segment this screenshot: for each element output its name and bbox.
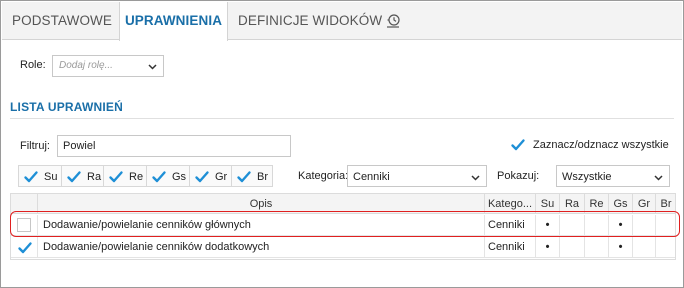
cell-opis: Dodawanie/powielanie cenników dodatkowyc… xyxy=(38,237,485,258)
select-all-label: Zaznacz/odznacz wszystkie xyxy=(533,139,669,151)
column-gs[interactable]: Gs xyxy=(609,194,633,214)
check-icon xyxy=(194,169,210,185)
check-icon xyxy=(23,169,39,185)
category-label: Kategoria: xyxy=(298,170,349,182)
perm-gs[interactable]: Gs xyxy=(146,165,190,187)
column-opis[interactable]: Opis xyxy=(38,194,485,214)
perm-label: Ra xyxy=(87,171,102,183)
row-select-cell xyxy=(11,215,38,236)
perm-label: Re xyxy=(129,171,144,183)
select-all-checkbox[interactable] xyxy=(510,137,526,153)
role-label: Role: xyxy=(20,59,46,71)
cell-re xyxy=(585,215,609,236)
chevron-down-icon xyxy=(654,173,663,182)
show-label: Pokazuj: xyxy=(497,170,540,182)
perm-su[interactable]: Su xyxy=(18,165,62,187)
cell-re xyxy=(585,237,609,258)
role-dropdown[interactable]: Dodaj rolę... xyxy=(52,55,164,77)
cell-gs: • xyxy=(609,237,633,258)
cell-ra xyxy=(560,237,585,258)
row-select-cell xyxy=(11,237,38,258)
role-placeholder: Dodaj rolę... xyxy=(59,60,113,71)
permissions-window: PODSTAWOWE UPRAWNIENIA DEFINICJE WIDOKÓW… xyxy=(0,0,684,288)
tab-view-definitions[interactable]: DEFINICJE WIDOKÓW xyxy=(238,2,382,40)
tab-basic[interactable]: PODSTAWOWE xyxy=(12,2,112,40)
show-dropdown[interactable]: Wszystkie xyxy=(556,165,670,187)
filter-label: Filtruj: xyxy=(20,140,50,152)
chevron-down-icon xyxy=(148,62,157,71)
check-icon xyxy=(66,169,82,185)
table-row[interactable]: Dodawanie/powielanie cenników głównych C… xyxy=(11,215,675,236)
divider xyxy=(10,118,674,119)
column-kategoria[interactable]: Katego... xyxy=(485,194,536,214)
cell-kategoria: Cenniki xyxy=(485,237,536,258)
column-select xyxy=(11,194,38,214)
column-ra[interactable]: Ra xyxy=(560,194,585,214)
table-header: Opis Katego... Su Ra Re Gs Gr Br xyxy=(11,194,675,214)
section-title: LISTA UPRAWNIEŃ xyxy=(10,100,123,114)
cell-opis: Dodawanie/powielanie cenników głównych xyxy=(38,215,485,236)
cell-su: • xyxy=(536,215,560,236)
perm-ra[interactable]: Ra xyxy=(61,165,104,187)
cell-su: • xyxy=(536,237,560,258)
row-checkbox[interactable] xyxy=(17,218,31,232)
column-re[interactable]: Re xyxy=(585,194,609,214)
cell-br xyxy=(656,237,676,258)
cell-kategoria: Cenniki xyxy=(485,215,536,236)
filter-input[interactable] xyxy=(58,136,290,156)
history-icon[interactable] xyxy=(385,13,401,29)
permissions-table: Opis Katego... Su Ra Re Gs Gr Br Dodawan… xyxy=(10,193,676,260)
check-icon xyxy=(236,169,252,185)
perm-label: Br xyxy=(257,171,268,183)
tab-bar: PODSTAWOWE UPRAWNIENIA DEFINICJE WIDOKÓW xyxy=(2,2,682,41)
check-icon xyxy=(151,169,167,185)
perm-re[interactable]: Re xyxy=(103,165,147,187)
category-value: Cenniki xyxy=(353,171,390,183)
row-checkbox[interactable] xyxy=(17,240,33,256)
tab-permissions[interactable]: UPRAWNIENIA xyxy=(119,2,228,41)
show-value: Wszystkie xyxy=(562,171,612,183)
perm-br[interactable]: Br xyxy=(231,165,273,187)
filter-field[interactable] xyxy=(57,135,291,157)
cell-gr xyxy=(633,237,656,258)
perm-label: Su xyxy=(44,171,58,183)
column-su[interactable]: Su xyxy=(536,194,560,214)
check-icon xyxy=(108,169,124,185)
perm-label: Gr xyxy=(215,171,228,183)
category-dropdown[interactable]: Cenniki xyxy=(347,165,487,187)
cell-br xyxy=(656,215,676,236)
column-gr[interactable]: Gr xyxy=(633,194,656,214)
chevron-down-icon xyxy=(471,173,480,182)
cell-gs: • xyxy=(609,215,633,236)
table-row[interactable]: Dodawanie/powielanie cenników dodatkowyc… xyxy=(11,237,675,258)
cell-ra xyxy=(560,215,585,236)
perm-label: Gs xyxy=(172,171,187,183)
perm-gr[interactable]: Gr xyxy=(189,165,232,187)
column-br[interactable]: Br xyxy=(656,194,676,214)
cell-gr xyxy=(633,215,656,236)
